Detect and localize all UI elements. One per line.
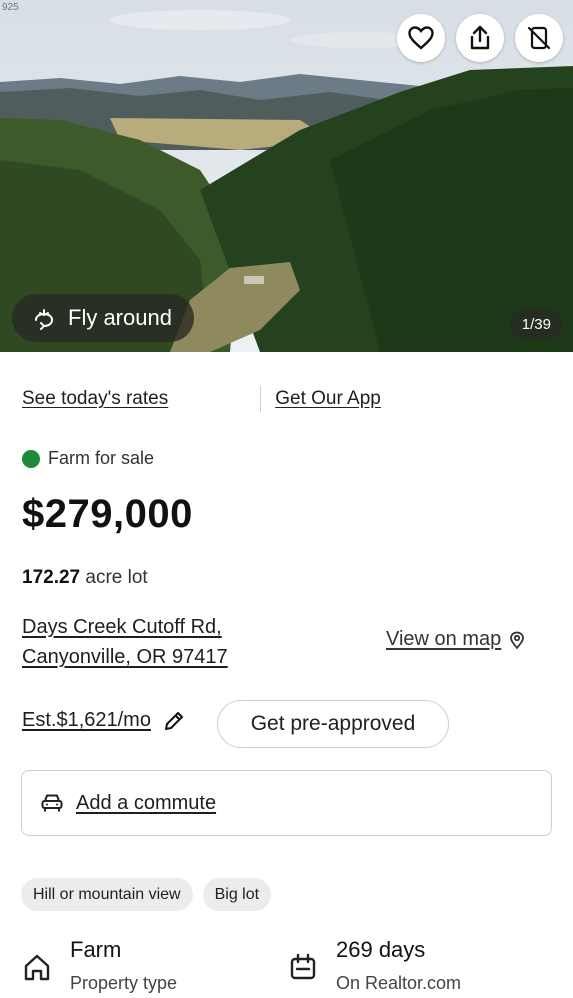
status-dot <box>22 449 40 468</box>
calendar-icon <box>290 953 316 980</box>
fact-label: On Realtor.com <box>336 973 462 993</box>
get-preapproved-button[interactable]: Get pre-approved <box>217 700 449 748</box>
fly-around-icon <box>35 309 54 330</box>
share-button[interactable] <box>456 14 504 62</box>
fact-property-type: Farm Property type <box>22 934 177 998</box>
address-line-1[interactable]: Days Creek Cutoff Rd, <box>22 612 228 642</box>
quick-links: See today's rates Get Our App <box>22 384 552 414</box>
house-icon <box>24 954 50 981</box>
listing-address[interactable]: Days Creek Cutoff Rd, Canyonville, OR 97… <box>22 612 228 672</box>
todays-rates-link[interactable]: See today's rates <box>22 388 168 410</box>
status-text: Farm for sale <box>48 448 155 468</box>
key-facts: Farm Property type 269 days On Realtor.c… <box>22 934 552 998</box>
view-on-map-link[interactable]: View on map <box>386 628 525 651</box>
share-icon <box>470 25 490 50</box>
feature-tag: Hill or mountain view <box>21 878 193 911</box>
lot-size-unit: acre lot <box>85 567 148 588</box>
fly-around-button[interactable]: Fly around <box>12 294 194 342</box>
fact-value: 269 days <box>336 937 426 962</box>
view-on-map-label: View on map <box>386 628 502 650</box>
hide-listing-button[interactable] <box>515 14 563 62</box>
get-app-link[interactable]: Get Our App <box>275 388 381 410</box>
fact-value: Farm <box>70 937 122 962</box>
feature-tag: Big lot <box>202 878 272 911</box>
payment-estimate[interactable]: Est.$1,621/mo <box>22 709 185 732</box>
add-commute-label: Add a commute <box>76 791 217 814</box>
add-commute-button[interactable]: Add a commute <box>21 770 552 836</box>
pencil-icon <box>164 711 183 730</box>
fact-label: Property type <box>70 973 178 993</box>
heart-icon <box>408 26 434 50</box>
divider <box>260 386 262 412</box>
payment-estimate-value: Est.$1,621/mo <box>22 709 151 731</box>
car-icon <box>41 794 63 812</box>
fly-around-label: Fly around <box>68 305 172 330</box>
fact-days-on-market: 269 days On Realtor.com <box>288 934 461 998</box>
no-phone-icon <box>527 26 551 50</box>
address-line-2[interactable]: Canyonville, OR 97417 <box>22 642 228 672</box>
corner-text: 925 <box>2 2 19 13</box>
map-pin-icon <box>510 631 525 649</box>
photo-counter: 1/39 <box>509 308 563 340</box>
lot-size-value: 172.27 <box>22 567 81 588</box>
listing-status: Farm for sale <box>22 448 154 469</box>
feature-tags: Hill or mountain view Big lot <box>21 878 272 911</box>
lot-size: 172.27 acre lot <box>22 567 148 589</box>
listing-photo[interactable]: 925 Fly around 1/39 <box>0 0 573 352</box>
favorite-button[interactable] <box>397 14 445 62</box>
listing-price: $279,000 <box>22 492 193 536</box>
